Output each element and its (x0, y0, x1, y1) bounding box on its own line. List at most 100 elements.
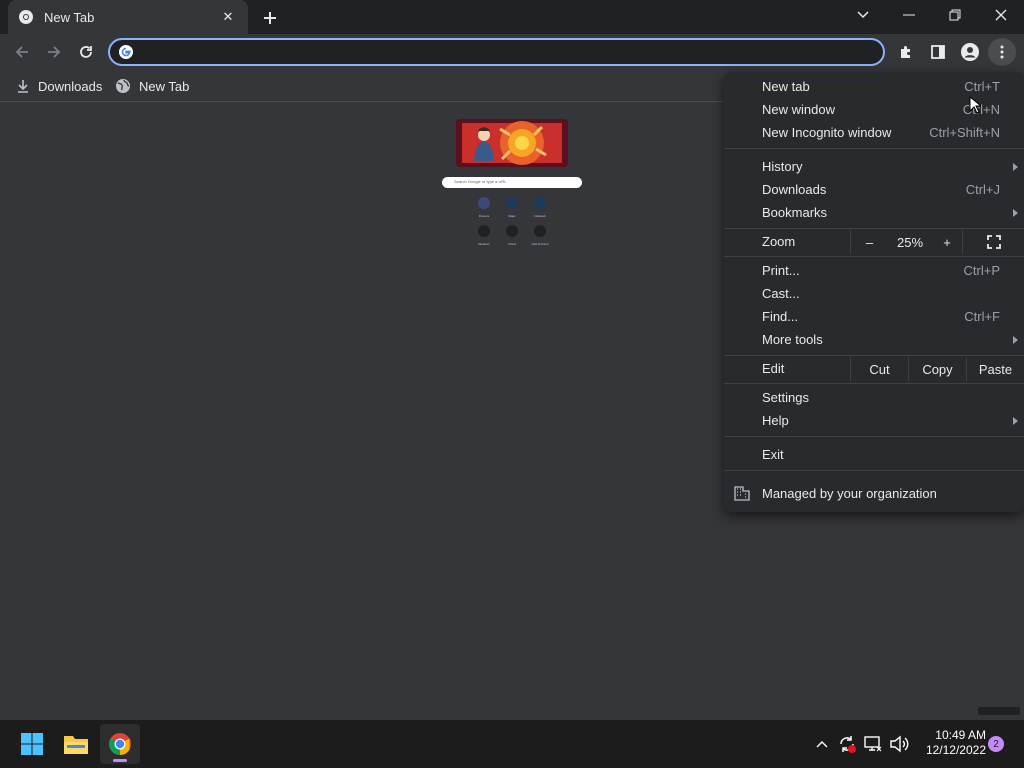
customize-chrome-button[interactable] (978, 707, 1020, 715)
menu-item-find[interactable]: Find... Ctrl+F (724, 305, 1024, 328)
bookmark-label: Downloads (38, 78, 103, 94)
zoom-in-button[interactable]: + (932, 230, 962, 254)
edit-label: Edit (762, 361, 785, 376)
fullscreen-icon (986, 235, 1001, 249)
menu-item-shortcut: Ctrl+P (963, 263, 1000, 278)
menu-item-label: Cast... (762, 286, 800, 301)
menu-divider (724, 148, 1024, 149)
bookmark-downloads[interactable]: Downloads (12, 74, 106, 98)
add-shortcut-tile[interactable]: Add shortcut (526, 225, 554, 246)
managed-by-organization[interactable]: Managed by your organization (724, 482, 1024, 504)
shortcut-tile[interactable]: Maps (498, 197, 526, 218)
submenu-arrow-icon (1013, 208, 1018, 217)
ntp-search-box[interactable]: Search Google or type a URL (442, 177, 582, 188)
menu-item-label: Help (762, 413, 789, 428)
network-button[interactable] (862, 732, 884, 756)
menu-item-cast[interactable]: Cast... (724, 282, 1024, 305)
plus-icon (264, 12, 276, 24)
menu-item-new-tab[interactable]: New tab Ctrl+T (724, 75, 1024, 98)
menu-item-bookmarks[interactable]: Bookmarks (724, 201, 1024, 224)
menu-item-help[interactable]: Help (724, 409, 1024, 432)
forward-arrow-icon (48, 46, 61, 58)
google-doodle[interactable] (456, 119, 568, 167)
menu-divider (724, 470, 1024, 471)
shortcut-icon (506, 225, 518, 237)
volume-button[interactable] (888, 732, 910, 756)
tab-new-tab[interactable]: New Tab ✕ (8, 0, 248, 34)
title-bar: New Tab ✕ (0, 0, 1024, 34)
paste-button[interactable]: Paste (966, 357, 1024, 381)
clock-time: 10:49 AM (935, 728, 986, 742)
address-input[interactable] (140, 42, 870, 62)
menu-item-downloads[interactable]: Downloads Ctrl+J (724, 178, 1024, 201)
zoom-out-button[interactable]: – (850, 230, 888, 254)
reload-button[interactable] (72, 38, 100, 66)
address-bar[interactable] (108, 38, 885, 66)
menu-item-shortcut: Ctrl+T (964, 79, 1000, 94)
doodle-illustration-icon (456, 119, 568, 167)
menu-item-label: Settings (762, 390, 809, 405)
shortcut-label: Maps (508, 214, 516, 218)
menu-item-shortcut: Ctrl+J (965, 182, 1000, 197)
forward-button[interactable] (40, 38, 68, 66)
menu-item-label: Exit (762, 447, 784, 462)
restore-button[interactable] (932, 0, 978, 30)
plus-icon (534, 225, 546, 237)
shortcut-label: DataLab (534, 214, 546, 218)
clock[interactable]: 10:49 AM 12/12/2022 (916, 728, 986, 758)
submenu-arrow-icon (1013, 416, 1018, 425)
side-panel-button[interactable] (924, 38, 952, 66)
notification-badge[interactable]: 2 (988, 736, 1004, 752)
minimize-button[interactable] (886, 0, 932, 30)
chrome-icon (109, 733, 131, 755)
shortcut-tile[interactable]: Weather (470, 225, 498, 246)
tab-title: New Tab (44, 9, 95, 25)
menu-item-label: Print... (762, 263, 800, 278)
file-explorer-button[interactable] (56, 724, 96, 764)
minimize-icon (903, 14, 915, 16)
bookmark-new-tab[interactable]: New Tab (111, 74, 193, 98)
menu-item-label: Downloads (762, 182, 827, 197)
menu-item-print[interactable]: Print... Ctrl+P (724, 259, 1024, 282)
speaker-icon (890, 735, 909, 753)
clock-date: 12/12/2022 (925, 743, 986, 757)
menu-item-history[interactable]: History (724, 155, 1024, 178)
menu-item-new-incognito-window[interactable]: New Incognito window Ctrl+Shift+N (724, 121, 1024, 144)
ntp-search-placeholder: Search Google or type a URL (454, 179, 507, 184)
chrome-taskbar-button[interactable] (100, 724, 140, 764)
shortcut-tile[interactable]: Flowers (470, 197, 498, 218)
close-icon (995, 9, 1007, 21)
back-button[interactable] (8, 38, 36, 66)
shortcut-label: Flowers (478, 214, 490, 218)
file-explorer-icon (64, 736, 88, 754)
close-window-button[interactable] (978, 0, 1024, 30)
extensions-button[interactable] (892, 38, 920, 66)
menu-item-exit[interactable]: Exit (724, 443, 1024, 466)
new-tab-button[interactable] (258, 6, 282, 30)
zoom-level: 25% (896, 234, 924, 250)
fullscreen-button[interactable] (962, 230, 1024, 254)
copy-button[interactable]: Copy (908, 357, 966, 381)
profile-button[interactable] (956, 38, 984, 66)
menu-divider (724, 355, 1024, 356)
close-tab-button[interactable]: ✕ (218, 7, 238, 27)
zoom-row: Zoom – 25% + (724, 230, 1024, 254)
windows-start-icon (21, 733, 43, 755)
start-button[interactable] (12, 724, 52, 764)
chevron-down-icon (857, 11, 869, 19)
menu-item-more-tools[interactable]: More tools (724, 328, 1024, 351)
chrome-menu-button[interactable] (988, 38, 1016, 66)
tab-search-button[interactable] (840, 0, 886, 30)
network-icon (864, 736, 882, 752)
menu-item-settings[interactable]: Settings (724, 386, 1024, 409)
menu-item-label: New Incognito window (762, 125, 892, 140)
shortcut-tile[interactable]: Cloud (498, 225, 526, 246)
menu-item-label: New tab (762, 79, 810, 94)
shortcut-tile[interactable]: DataLab (526, 197, 554, 218)
cut-button[interactable]: Cut (850, 357, 908, 381)
shortcut-label: Weather (478, 242, 490, 246)
sync-status-button[interactable] (836, 732, 858, 756)
show-hidden-icons-button[interactable] (812, 732, 832, 756)
menu-divider (724, 228, 1024, 229)
shortcut-icon (534, 197, 546, 209)
